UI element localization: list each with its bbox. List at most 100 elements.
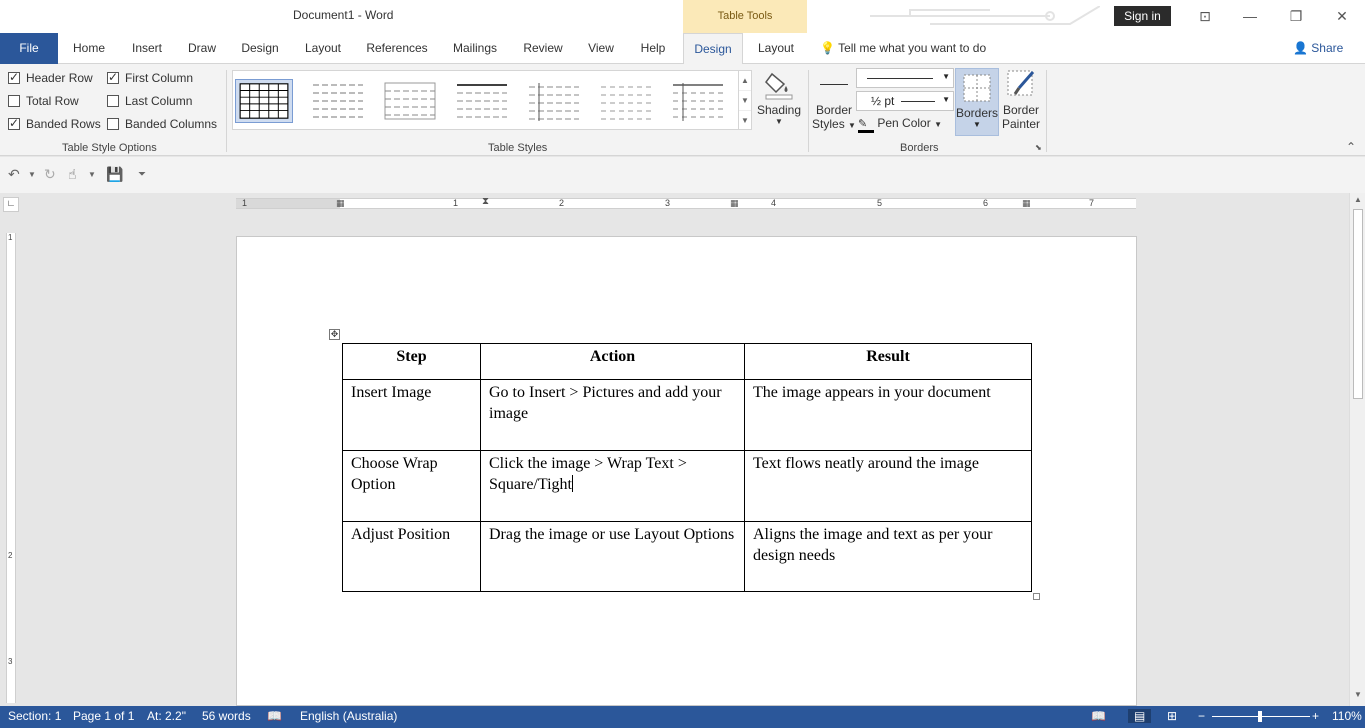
first-column-checkbox[interactable]: First Column (107, 71, 193, 87)
table-cell-with-caret[interactable]: Click the image > Wrap Text > Square/Tig… (481, 451, 745, 522)
tell-me-search[interactable]: 💡 Tell me what you want to do (820, 41, 986, 55)
tab-selector-icon[interactable]: ∟ (3, 197, 19, 212)
tab-home[interactable]: Home (66, 33, 112, 64)
scrollbar-thumb[interactable] (1353, 209, 1363, 399)
tab-insert[interactable]: Insert (124, 33, 170, 64)
table-style-plain-4-icon[interactable] (525, 79, 583, 123)
ribbon-display-options-icon[interactable]: ⊡ (1193, 4, 1217, 28)
scroll-down-arrow-icon[interactable]: ▼ (1350, 690, 1365, 704)
scroll-up-icon[interactable]: ▲ (739, 71, 751, 91)
paint-bucket-icon (764, 68, 794, 100)
share-button[interactable]: 👤 Share (1293, 41, 1343, 55)
borders-button[interactable]: Borders ▼ (955, 68, 999, 136)
dialog-launcher-icon[interactable]: ⬊ (1035, 143, 1042, 152)
table-move-handle-icon[interactable]: ✥ (329, 329, 340, 340)
header-cell-result[interactable]: Result (745, 344, 1032, 380)
table-cell[interactable]: Adjust Position (343, 522, 481, 592)
redo-icon[interactable]: ↻ (44, 166, 56, 183)
indent-marker-icon[interactable]: ⧗ (482, 196, 489, 207)
shading-button[interactable]: Shading ▼ (756, 68, 802, 138)
checkbox-unchecked-icon (107, 95, 119, 107)
zoom-out-icon[interactable]: − (1198, 709, 1205, 723)
restore-icon[interactable]: ❐ (1284, 4, 1308, 28)
tab-design[interactable]: Design (236, 33, 284, 64)
table-cell[interactable]: Choose Wrap Option (343, 451, 481, 522)
proofing-icon[interactable]: 📖 (267, 709, 282, 723)
vertical-scrollbar[interactable]: ▲ ▼ (1349, 193, 1365, 706)
tab-references[interactable]: References (362, 33, 432, 64)
table-cell[interactable]: Insert Image (343, 380, 481, 451)
checkbox-unchecked-icon (107, 118, 119, 130)
page-indicator[interactable]: Page 1 of 1 (73, 709, 134, 723)
table-cell[interactable]: Go to Insert > Pictures and add your ima… (481, 380, 745, 451)
border-styles-button[interactable]: Border Styles ▼ (812, 72, 856, 142)
sign-in-button[interactable]: Sign in (1114, 6, 1171, 26)
column-marker-icon[interactable]: ▦ (336, 198, 345, 209)
banded-columns-checkbox[interactable]: Banded Columns (107, 117, 217, 133)
horizontal-ruler[interactable]: 1 1 2 3 4 5 6 7 ▦ ⧗ ▦ ▦ (236, 198, 1136, 209)
table-style-plain-3-icon[interactable] (453, 79, 511, 123)
vertical-ruler[interactable]: 1 2 3 (6, 233, 16, 703)
section-indicator[interactable]: Section: 1 (8, 709, 61, 723)
touch-dropdown-icon[interactable]: ▼ (88, 170, 96, 179)
table-style-plain-icon[interactable] (309, 79, 367, 123)
position-indicator[interactable]: At: 2.2" (147, 709, 186, 723)
save-icon[interactable]: 💾 (106, 166, 123, 183)
banded-rows-checkbox[interactable]: Banded Rows (8, 117, 101, 133)
group-label-table-style-options: Table Style Options (62, 142, 157, 154)
scroll-up-arrow-icon[interactable]: ▲ (1350, 195, 1365, 209)
column-marker-icon[interactable]: ▦ (730, 198, 739, 209)
dropdown-arrow-icon: ▼ (942, 72, 950, 81)
table-resize-handle[interactable] (1033, 593, 1040, 600)
close-icon[interactable]: ✕ (1330, 4, 1354, 28)
column-marker-icon[interactable]: ▦ (1022, 198, 1031, 209)
customize-toolbar-icon[interactable]: ⏷ (138, 169, 146, 180)
pen-color-button[interactable]: ✎ Pen Color ▼ (858, 116, 954, 134)
gallery-scroll[interactable]: ▲ ▼ ▼ (738, 70, 752, 130)
table-style-grid-icon[interactable] (235, 79, 293, 123)
document-page[interactable]: ✥ Step Action Result Insert Image Go to … (236, 236, 1137, 706)
tab-mailings[interactable]: Mailings (446, 33, 504, 64)
tab-file[interactable]: File (0, 33, 58, 64)
tab-draw[interactable]: Draw (182, 33, 222, 64)
header-cell-step[interactable]: Step (343, 344, 481, 380)
scroll-down-icon[interactable]: ▼ (739, 91, 751, 111)
table-cell[interactable]: Aligns the image and text as per your de… (745, 522, 1032, 592)
document-table[interactable]: Step Action Result Insert Image Go to In… (342, 343, 1032, 592)
header-row-checkbox[interactable]: Header Row (8, 71, 93, 87)
zoom-slider-thumb[interactable] (1258, 711, 1262, 722)
pen-icon: ✎ (858, 118, 874, 133)
border-painter-button[interactable]: Border Painter (1000, 68, 1042, 138)
tab-help[interactable]: Help (634, 33, 672, 64)
line-weight-dropdown[interactable]: ½ pt ▼ (856, 91, 954, 111)
table-style-plain-6-icon[interactable] (669, 79, 727, 123)
table-cell[interactable]: Drag the image or use Layout Options (481, 522, 745, 592)
minimize-icon[interactable]: — (1238, 4, 1262, 28)
read-mode-icon[interactable]: 📖 (1091, 709, 1106, 723)
language-indicator[interactable]: English (Australia) (300, 709, 397, 723)
collapse-ribbon-icon[interactable]: ⌃ (1346, 140, 1356, 154)
web-layout-icon[interactable]: ⊞ (1167, 709, 1177, 723)
tab-view[interactable]: View (582, 33, 620, 64)
header-cell-action[interactable]: Action (481, 344, 745, 380)
tab-layout[interactable]: Layout (298, 33, 348, 64)
zoom-in-icon[interactable]: + (1312, 709, 1319, 723)
word-count[interactable]: 56 words (202, 709, 251, 723)
table-style-plain-5-icon[interactable] (597, 79, 655, 123)
table-row: Choose Wrap Option Click the image > Wra… (343, 451, 1032, 522)
tab-review[interactable]: Review (518, 33, 568, 64)
table-cell[interactable]: Text flows neatly around the image (745, 451, 1032, 522)
tab-table-layout[interactable]: Layout (749, 33, 803, 64)
table-style-plain-2-icon[interactable] (381, 79, 439, 123)
tab-table-design[interactable]: Design (683, 33, 743, 65)
zoom-level[interactable]: 110% (1332, 709, 1362, 723)
print-layout-icon[interactable]: ▤ (1128, 709, 1151, 723)
more-styles-icon[interactable]: ▼ (739, 111, 751, 131)
touch-mode-icon[interactable]: ☝ (68, 166, 77, 183)
last-column-checkbox[interactable]: Last Column (107, 94, 192, 110)
table-cell[interactable]: The image appears in your document (745, 380, 1032, 451)
total-row-checkbox[interactable]: Total Row (8, 94, 79, 110)
line-style-dropdown[interactable]: ▼ (856, 68, 954, 88)
undo-icon[interactable]: ↶ (8, 166, 20, 183)
undo-dropdown-icon[interactable]: ▼ (28, 170, 36, 179)
